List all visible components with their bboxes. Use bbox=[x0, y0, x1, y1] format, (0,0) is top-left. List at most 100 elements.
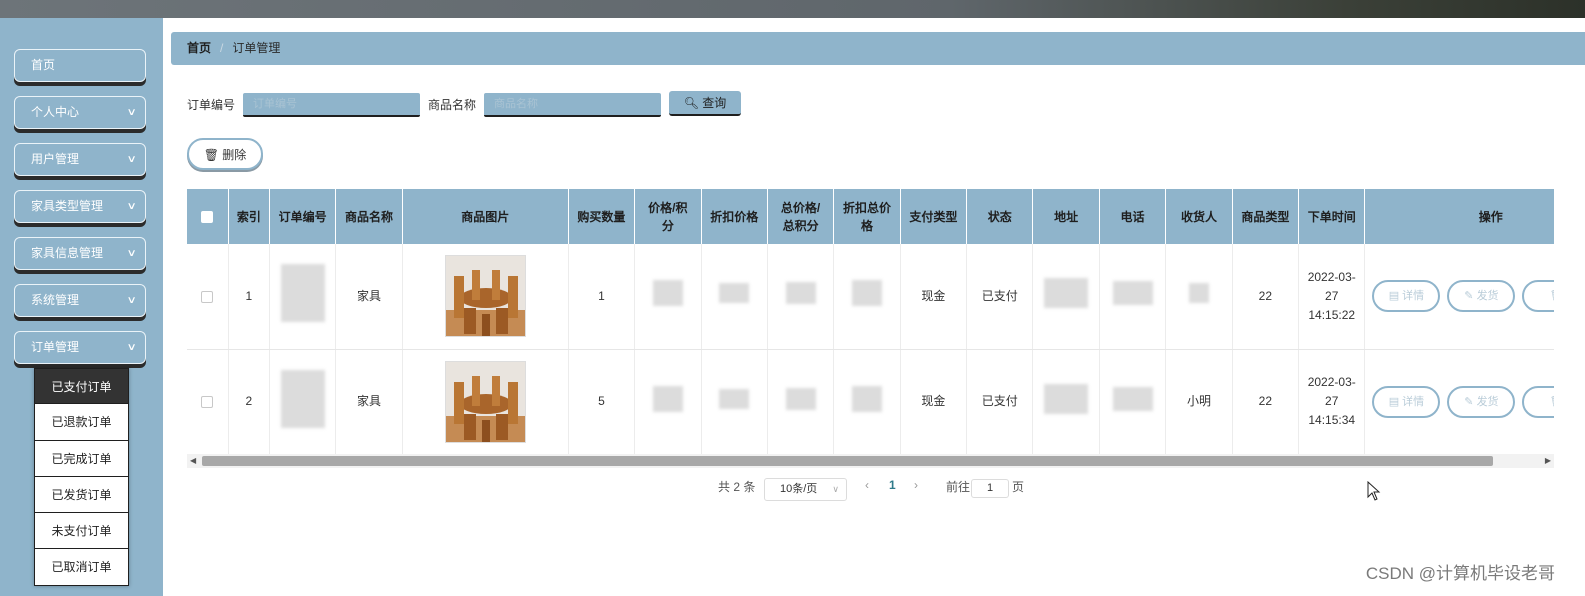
goto-page-input[interactable]: 1 bbox=[971, 479, 1009, 498]
breadcrumb-separator: / bbox=[220, 41, 224, 55]
cell-type: 22 bbox=[1232, 349, 1300, 455]
submenu-item-completed[interactable]: 已完成订单 bbox=[34, 440, 129, 477]
sidebar-item-label: 个人中心 bbox=[31, 105, 80, 119]
product-name-label: 商品名称 bbox=[428, 98, 477, 112]
table-row: 2 家具 5 现金 已支付 小明 22 2022-03-27 14:15:34 … bbox=[187, 349, 1554, 455]
cell-total-price bbox=[767, 349, 835, 455]
sidebar-item-furniture-info[interactable]: 家具信息管理 ∨ bbox=[14, 237, 146, 270]
cell-product: 家具 bbox=[335, 349, 403, 455]
horizontal-scrollbar[interactable]: ◀ ▶ bbox=[187, 454, 1554, 468]
submenu-item-refunded[interactable]: 已退款订单 bbox=[34, 404, 129, 441]
breadcrumb-home[interactable]: 首页 bbox=[187, 41, 211, 55]
row-checkbox[interactable] bbox=[201, 395, 214, 408]
column-header: 商品图片 bbox=[402, 189, 569, 244]
redacted-total-price bbox=[785, 282, 816, 305]
cell-index: 2 bbox=[228, 349, 270, 455]
delete-row-button[interactable]: 🗑︎ bbox=[1522, 385, 1554, 418]
cell-image bbox=[402, 349, 569, 455]
sidebar-item-personal-center[interactable]: 个人中心 ∨ bbox=[14, 96, 146, 129]
delete-row-button[interactable]: 🗑︎ bbox=[1522, 280, 1554, 313]
cell-address bbox=[1032, 244, 1100, 350]
cell-phone bbox=[1099, 349, 1167, 455]
scrollbar-thumb[interactable] bbox=[202, 456, 1493, 466]
cell-pay-type: 现金 bbox=[900, 349, 968, 455]
redacted-order-no bbox=[280, 264, 325, 323]
redacted-discount-total bbox=[851, 385, 882, 412]
cell-order-no bbox=[269, 244, 337, 350]
next-page-icon[interactable]: › bbox=[914, 478, 918, 492]
current-page[interactable]: 1 bbox=[889, 478, 896, 492]
ship-button[interactable]: ✎ 发货 bbox=[1447, 280, 1516, 313]
cell-total-price bbox=[767, 244, 835, 350]
document-icon: ▤ bbox=[1388, 290, 1400, 303]
submenu-item-cancelled[interactable]: 已取消订单 bbox=[34, 549, 129, 586]
redacted-address bbox=[1044, 278, 1089, 309]
detail-button-label: 详情 bbox=[1402, 290, 1425, 303]
redacted-discount-price bbox=[719, 283, 750, 304]
sidebar-item-label: 家具信息管理 bbox=[31, 246, 104, 260]
sidebar-item-label: 家具类型管理 bbox=[31, 199, 104, 213]
row-select-cell[interactable] bbox=[187, 244, 229, 350]
redacted-phone bbox=[1112, 281, 1153, 306]
watermark: CSDN @计算机毕设老哥 bbox=[1365, 564, 1555, 583]
order-no-label: 订单编号 bbox=[187, 98, 236, 112]
submenu-item-shipped[interactable]: 已发货订单 bbox=[34, 476, 129, 514]
sidebar-item-furniture-type[interactable]: 家具类型管理 ∨ bbox=[14, 190, 146, 223]
column-header: 总价格/总积分 bbox=[767, 189, 835, 244]
sidebar-item-home[interactable]: 首页 bbox=[14, 49, 146, 82]
cell-price bbox=[634, 244, 702, 350]
redacted-phone bbox=[1112, 386, 1153, 411]
page-size-select[interactable]: 10条/页 ∨ bbox=[764, 478, 847, 501]
table-row: 1 家具 1 现金 已支付 22 2022-03-27 14:15:22 ▤ 详… bbox=[187, 244, 1554, 350]
scroll-left-icon[interactable]: ◀ bbox=[190, 454, 196, 468]
cell-quantity: 1 bbox=[568, 244, 636, 350]
cell-receiver bbox=[1165, 244, 1233, 350]
submenu-item-paid[interactable]: 已支付订单 bbox=[34, 368, 129, 405]
cell-price bbox=[634, 349, 702, 455]
prev-page-icon[interactable]: ‹ bbox=[865, 478, 869, 492]
row-checkbox[interactable] bbox=[201, 290, 214, 303]
column-header: 商品名称 bbox=[335, 189, 403, 244]
product-image bbox=[444, 360, 526, 443]
scroll-right-icon[interactable]: ▶ bbox=[1545, 454, 1551, 468]
row-select-cell[interactable] bbox=[187, 349, 229, 455]
cell-order-no bbox=[269, 349, 337, 455]
select-all-cell[interactable] bbox=[187, 189, 229, 244]
sidebar-item-system[interactable]: 系统管理 ∨ bbox=[14, 284, 146, 317]
cell-discount-price bbox=[701, 349, 768, 455]
sidebar-item-label: 用户管理 bbox=[31, 152, 80, 166]
cell-time: 2022-03-27 14:15:22 bbox=[1298, 244, 1366, 350]
redacted-price bbox=[652, 385, 683, 412]
product-image bbox=[444, 255, 526, 338]
cell-image bbox=[402, 244, 569, 350]
cell-quantity: 5 bbox=[568, 349, 636, 455]
edit-icon: ✎ bbox=[1464, 395, 1474, 408]
redacted-discount-price bbox=[719, 388, 750, 409]
goto-label: 前往 bbox=[946, 480, 971, 494]
redacted-discount-total bbox=[851, 280, 882, 307]
order-no-input[interactable] bbox=[243, 93, 420, 117]
query-button[interactable]: 🔍︎ 查询 bbox=[669, 91, 741, 116]
detail-button[interactable]: ▤ 详情 bbox=[1372, 385, 1441, 418]
column-header: 支付类型 bbox=[900, 189, 968, 244]
sidebar-item-user-management[interactable]: 用户管理 ∨ bbox=[14, 143, 146, 176]
cell-discount-price bbox=[701, 244, 768, 350]
ship-button[interactable]: ✎ 发货 bbox=[1447, 385, 1516, 418]
detail-button[interactable]: ▤ 详情 bbox=[1372, 280, 1441, 313]
orders-submenu: 已支付订单 已退款订单 已完成订单 已发货订单 未支付订单 已取消订单 bbox=[34, 368, 129, 586]
select-all-checkbox[interactable] bbox=[201, 211, 214, 224]
delete-button[interactable]: 🗑︎ 删除 bbox=[187, 138, 263, 170]
sidebar-item-orders[interactable]: 订单管理 ∨ bbox=[14, 331, 146, 364]
column-header: 地址 bbox=[1032, 189, 1100, 244]
ship-button-label: 发货 bbox=[1476, 290, 1499, 303]
search-icon: 🔍︎ bbox=[683, 96, 699, 110]
trash-icon: 🗑︎ bbox=[1549, 396, 1554, 408]
cell-product: 家具 bbox=[335, 244, 403, 350]
redacted-order-no bbox=[280, 369, 325, 428]
cell-index: 1 bbox=[228, 244, 270, 350]
submenu-item-unpaid[interactable]: 未支付订单 bbox=[34, 513, 129, 550]
cell-status: 已支付 bbox=[966, 349, 1034, 455]
column-header: 操作 bbox=[1364, 189, 1554, 244]
product-name-input[interactable] bbox=[484, 93, 661, 117]
cell-time: 2022-03-27 14:15:34 bbox=[1298, 349, 1366, 455]
